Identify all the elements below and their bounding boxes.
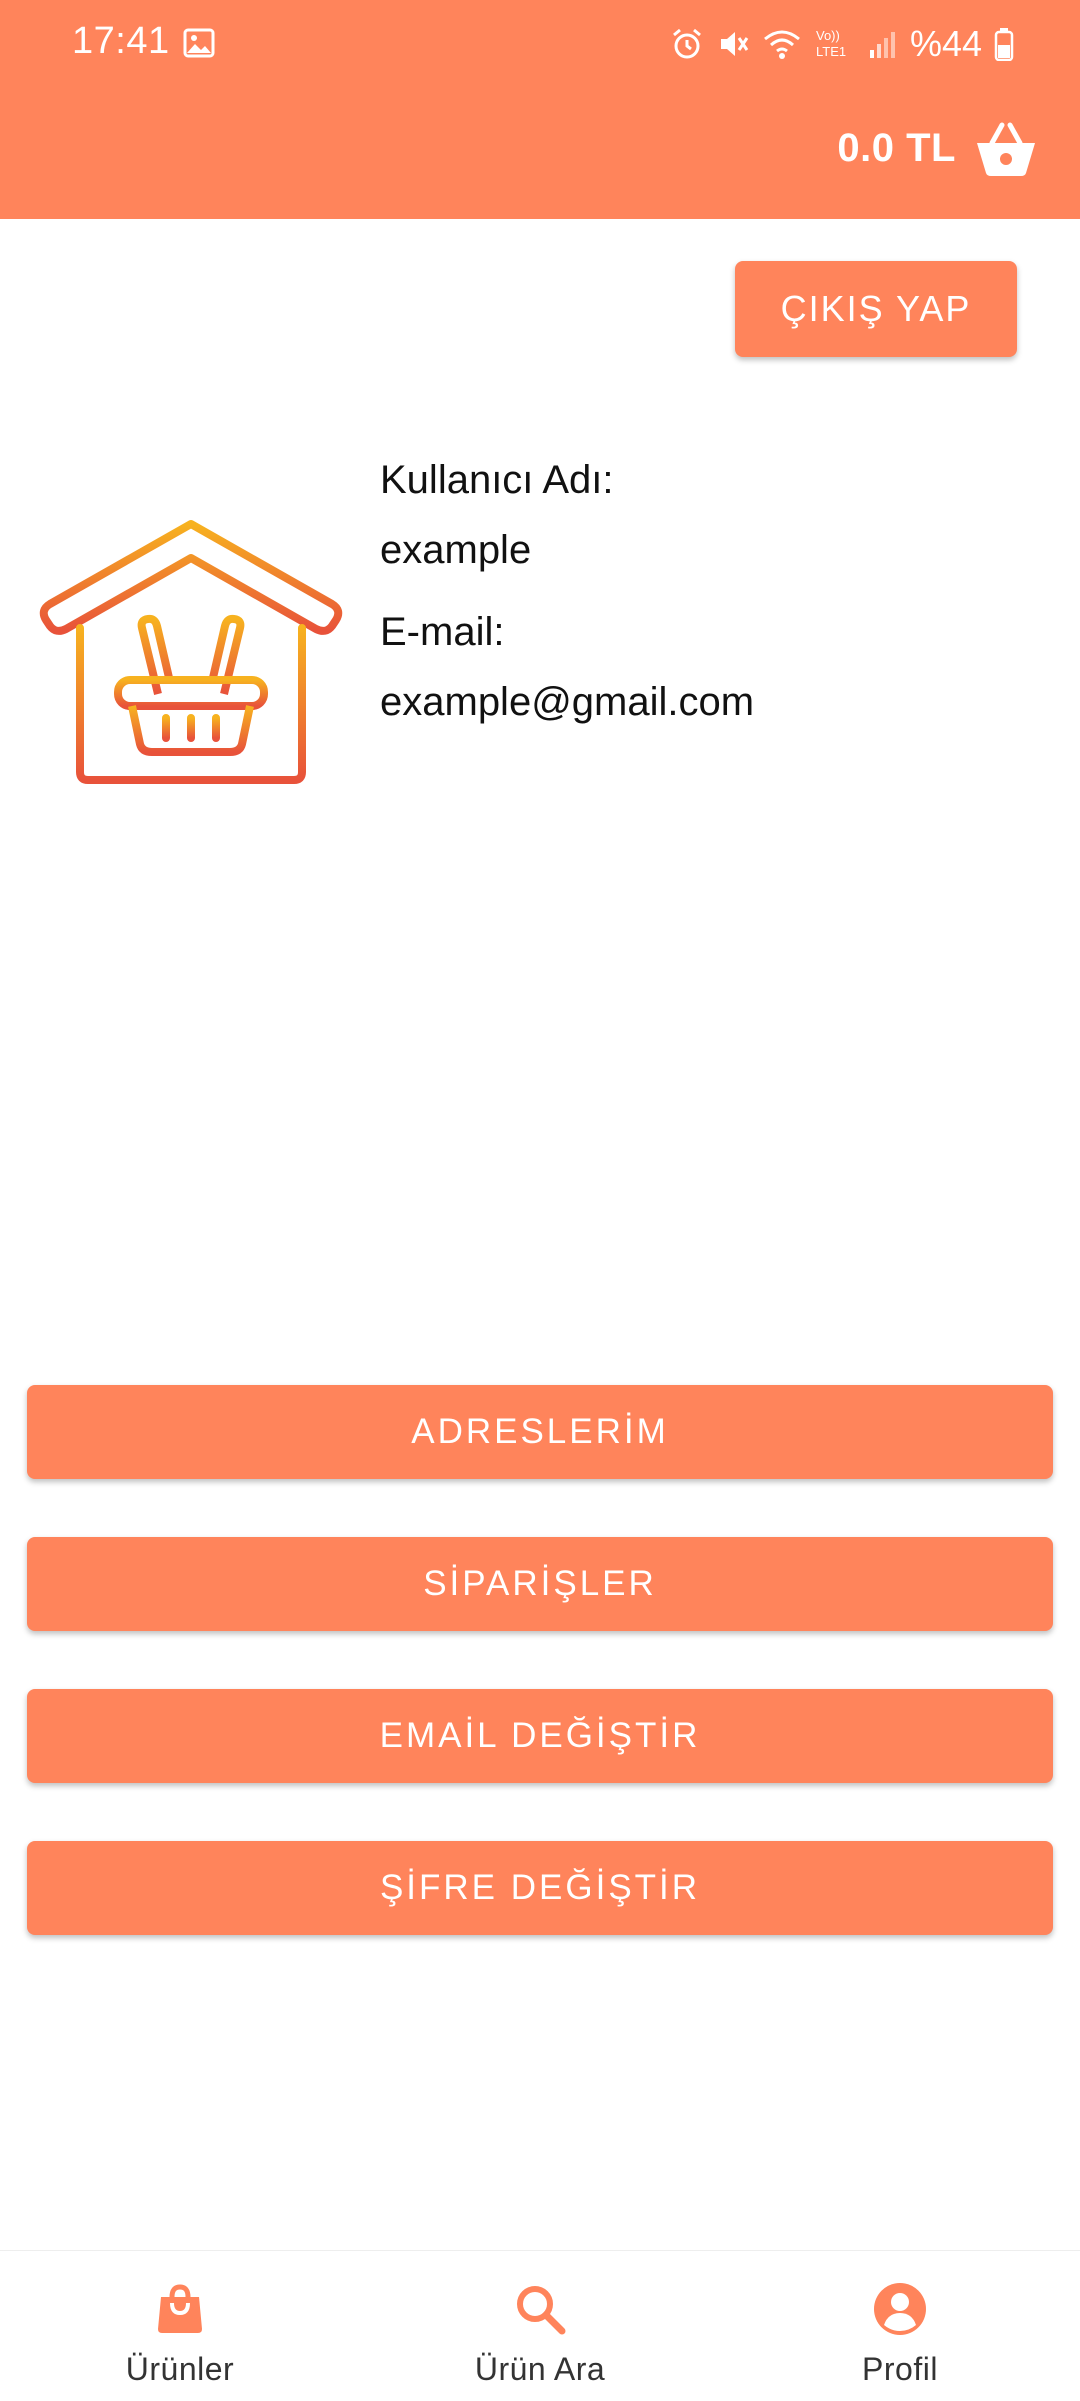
search-icon	[517, 2286, 566, 2335]
wifi-icon	[763, 30, 800, 59]
nav-label-search: Ürün Ara	[474, 2351, 606, 2387]
gallery-notification-icon	[183, 28, 215, 58]
signal-icon	[869, 32, 895, 58]
nav-label-profile: Profil	[862, 2351, 938, 2387]
nav-label-products: Ürünler	[125, 2351, 235, 2387]
bottom-navigation: Ürünler Ürün Ara Profil	[0, 2250, 1080, 2401]
app-header: 17:41 Vo)) LTE1 %44 0.0 TL	[0, 0, 1080, 219]
nav-item-search[interactable]: Ürün Ara	[360, 2251, 720, 2401]
status-bar: 17:41 Vo)) LTE1 %44	[0, 0, 1080, 90]
shopping-basket-icon[interactable]	[974, 119, 1038, 177]
nav-item-products[interactable]: Ürünler	[0, 2251, 360, 2401]
home-basket-logo	[39, 520, 343, 784]
svg-text:LTE1: LTE1	[816, 44, 846, 59]
orders-button[interactable]: SİPARİŞLER	[27, 1537, 1053, 1631]
username-value: example	[380, 528, 532, 572]
account-circle-icon	[874, 2283, 926, 2335]
username-label: Kullanıcı Adı:	[380, 458, 614, 502]
battery-percent: %44	[909, 23, 982, 64]
cart-total: 0.0 TL	[837, 125, 956, 170]
volte-lte-icon: Vo)) LTE1	[816, 28, 846, 59]
addresses-button[interactable]: ADRESLERİM	[27, 1385, 1053, 1479]
battery-icon	[994, 28, 1014, 61]
email-value: example@gmail.com	[380, 680, 755, 724]
svg-text:Vo)): Vo))	[816, 28, 840, 43]
cart-summary[interactable]: 0.0 TL	[837, 112, 1038, 184]
shopping-bag-icon	[158, 2284, 202, 2333]
status-time: 17:41	[72, 20, 170, 62]
logout-button[interactable]: ÇIKIŞ YAP	[735, 261, 1017, 357]
email-label: E-mail:	[380, 610, 505, 654]
change-email-button[interactable]: EMAİL DEĞİŞTİR	[27, 1689, 1053, 1783]
nav-item-profile[interactable]: Profil	[720, 2251, 1080, 2401]
alarm-icon	[672, 28, 701, 59]
status-icons: Vo)) LTE1 %44	[670, 22, 1014, 66]
change-password-button[interactable]: ŞİFRE DEĞİŞTİR	[27, 1841, 1053, 1935]
mute-icon	[720, 32, 749, 56]
